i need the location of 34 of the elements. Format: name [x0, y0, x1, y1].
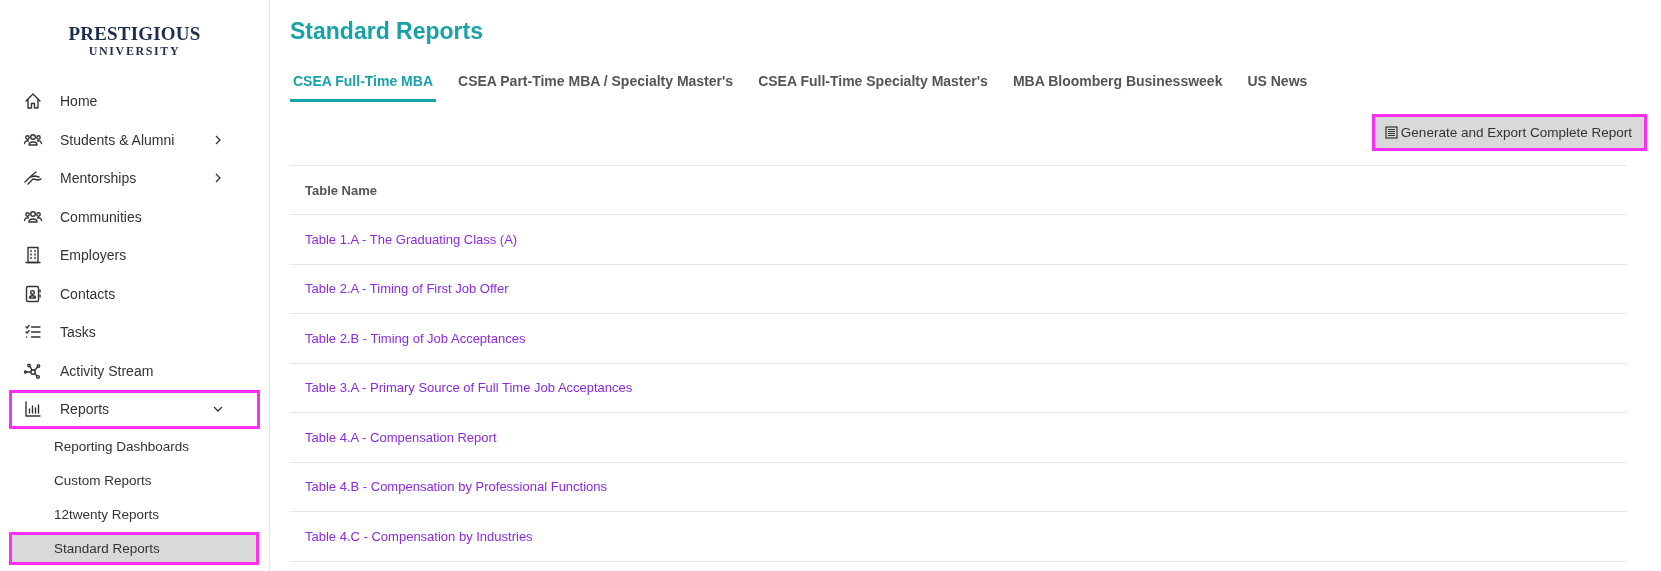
table-link[interactable]: Table 3.A - Primary Source of Full Time Job Acceptances — [305, 380, 633, 396]
column-header: Table Name — [290, 165, 1627, 215]
sidebar-subitem[interactable]: Custom Reports — [9, 463, 259, 497]
sidebar-item[interactable]: Tasks — [9, 313, 260, 352]
table-link[interactable]: Table 1.A - The Graduating Class (A) — [305, 231, 518, 247]
export-button[interactable]: Generate and Export Complete Report — [1371, 114, 1647, 151]
logo-subtext: UNIVERSITY — [88, 44, 181, 58]
list-icon — [1384, 126, 1398, 139]
table-link[interactable]: Table 2.A - Timing of First Job Offer — [305, 281, 509, 297]
contact-card-icon — [23, 283, 43, 304]
sidebar-item[interactable]: Mentorships — [9, 159, 260, 198]
page-title: Standard Reports — [290, 18, 484, 45]
sidebar-subitem[interactable]: 12twenty Reports — [9, 497, 259, 531]
table-link[interactable]: Table 2.B - Timing of Job Acceptances — [305, 330, 526, 346]
building-icon — [23, 245, 43, 266]
tab[interactable]: CSEA Part-Time MBA / Specialty Master's — [455, 69, 737, 102]
sidebar-item[interactable]: Activity Stream — [9, 351, 260, 390]
home-icon — [23, 91, 43, 112]
sidebar-subitem[interactable]: Standard Reports — [9, 531, 259, 565]
sidebar-item[interactable]: Students & Alumni — [9, 120, 260, 159]
sidebar-item[interactable]: Contacts — [9, 274, 260, 313]
logo-text: PRESTIGIOUS — [68, 24, 201, 44]
table-link[interactable]: Table 4.B - Compensation by Professional Functions — [305, 479, 608, 495]
table-link[interactable]: Table 4.A - Compensation Report — [305, 429, 497, 445]
bar-chart-icon — [23, 399, 43, 420]
sidebar-subitem[interactable]: Reporting Dashboards — [9, 429, 259, 463]
tab[interactable]: MBA Bloomberg Businessweek — [1009, 69, 1226, 102]
table-link[interactable]: Table 4.C - Compensation by Industries — [305, 528, 533, 544]
tab[interactable]: CSEA Full-Time Specialty Master's — [755, 69, 991, 102]
sidebar-item[interactable]: Employers — [9, 236, 260, 275]
sidebar-item[interactable]: Reports — [9, 390, 260, 429]
tab[interactable]: US News — [1244, 69, 1311, 102]
sidebar-item[interactable]: Communities — [9, 197, 260, 236]
sidebar-item[interactable]: Home — [9, 82, 260, 121]
